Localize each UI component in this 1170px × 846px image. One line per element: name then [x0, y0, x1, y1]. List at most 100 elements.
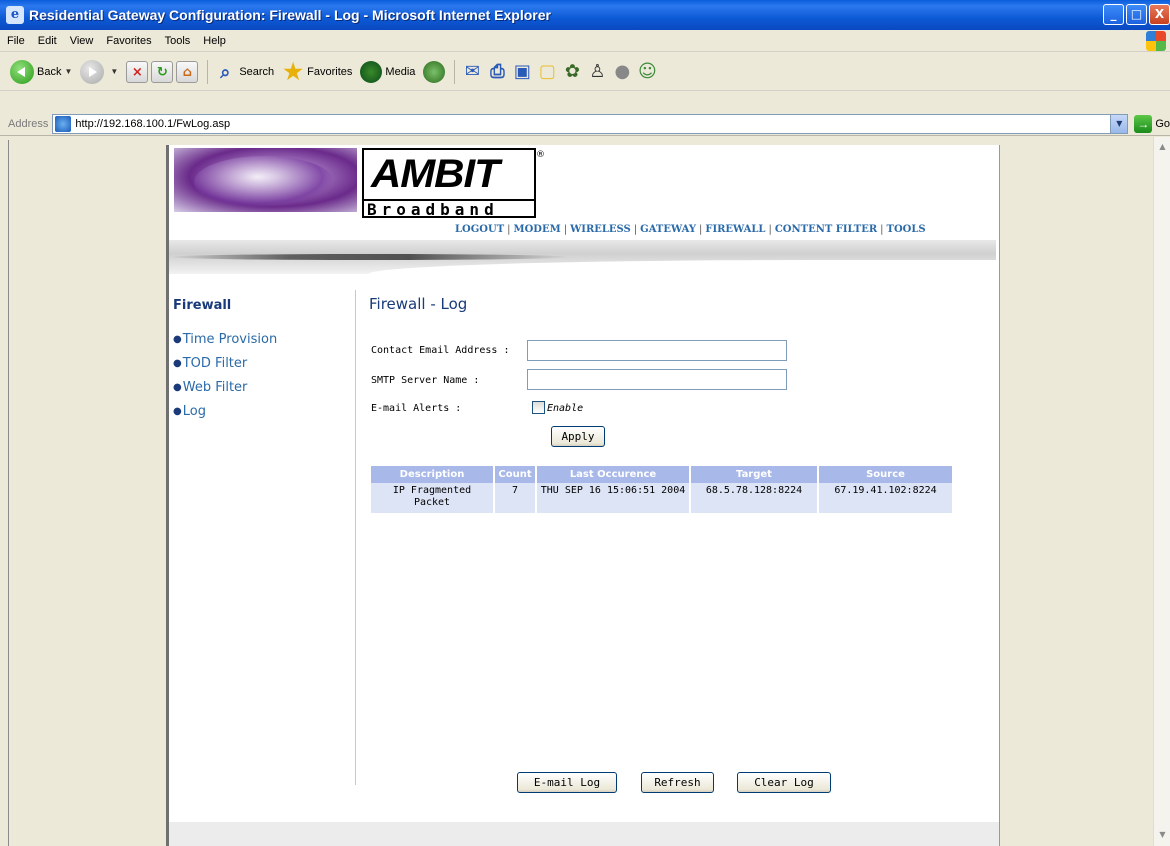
menu-favorites[interactable]: Favorites — [105, 35, 152, 47]
address-input[interactable]: http://192.168.100.1/FwLog.asp ▼ — [52, 113, 1129, 134]
stop-icon[interactable]: × — [126, 60, 149, 83]
sidebar-item-label: Web Filter — [182, 379, 248, 395]
edit-icon[interactable]: ▣ — [511, 61, 533, 83]
menu-file[interactable]: File — [6, 35, 26, 47]
logo-text: AMBIT — [370, 152, 500, 196]
column-header-last-occurence: Last Occurence — [537, 466, 689, 483]
header-swoosh — [169, 240, 996, 274]
cell-last-occurence: THU SEP 16 15:06:51 2004 — [537, 483, 689, 513]
toolbar-separator — [454, 59, 456, 84]
address-label: Address — [8, 117, 49, 130]
mail-icon[interactable]: ✉ — [461, 61, 483, 83]
sidebar-item-web-filter[interactable]: ● Web Filter — [173, 375, 277, 399]
cell-count: 7 — [495, 483, 535, 513]
note-icon[interactable]: ▢ — [536, 61, 558, 83]
enable-checkbox[interactable] — [532, 401, 545, 414]
maximize-button[interactable]: □ — [1126, 4, 1147, 25]
messenger-icon[interactable]: ♙ — [586, 61, 608, 83]
page-title: Firewall - Log — [369, 295, 468, 313]
refresh-icon[interactable]: ↻ — [151, 60, 174, 83]
contact-email-field[interactable] — [527, 340, 787, 361]
favorites-label: Favorites — [307, 65, 353, 78]
bullet-icon: ● — [173, 381, 182, 393]
refresh-button[interactable]: Refresh — [641, 772, 714, 793]
media-label: Media — [385, 65, 416, 78]
scroll-down-icon[interactable]: ▼ — [1155, 827, 1170, 842]
address-url[interactable]: http://192.168.100.1/FwLog.asp — [75, 118, 230, 130]
logo-subtitle: Broadband — [364, 199, 534, 219]
forward-dropdown-icon[interactable]: ▼ — [110, 67, 118, 76]
content-divider — [355, 290, 356, 785]
sidebar-item-log[interactable]: ● Log — [173, 399, 277, 423]
registered-mark: ® — [536, 150, 545, 160]
nav-modem[interactable]: MODEM — [514, 224, 561, 235]
sidebar-item-tod-filter[interactable]: ● TOD Filter — [173, 351, 277, 375]
cell-target: 68.5.78.128:8224 — [691, 483, 817, 513]
toolbar: Back ▼ ▼ × ↻ ⌂ ⌕ Search ★ Favorites Medi… — [0, 53, 1170, 91]
menu-edit[interactable]: Edit — [37, 35, 58, 47]
globe-banner-image — [174, 148, 357, 212]
bullet-icon: ● — [173, 357, 182, 369]
toolbar-separator — [207, 59, 209, 84]
menu-bar: File Edit View Favorites Tools Help — [0, 30, 1170, 52]
clear-log-button[interactable]: Clear Log — [737, 772, 831, 793]
menu-tools[interactable]: Tools — [164, 35, 192, 47]
sidebar-item-time-provision[interactable]: ● Time Provision — [173, 327, 277, 351]
cell-description: IP Fragmented Packet — [371, 483, 493, 513]
media-icon — [360, 60, 383, 83]
apply-button[interactable]: Apply — [551, 426, 605, 447]
sidebar-item-label: Log — [182, 403, 206, 419]
sidebar-nav: ● Time Provision ● TOD Filter ● Web Filter … — [173, 327, 277, 423]
media-button[interactable]: Media — [360, 60, 416, 83]
nav-firewall[interactable]: FIREWALL — [705, 224, 765, 235]
back-button[interactable]: Back ▼ — [10, 59, 72, 84]
home-icon[interactable]: ⌂ — [176, 60, 199, 83]
sidebar-title: Firewall — [173, 298, 232, 313]
close-button[interactable]: X — [1149, 4, 1170, 25]
top-navigation: LOGOUT | MODEM | WIRELESS | GATEWAY | FIREWALL | C… — [455, 224, 926, 235]
vertical-scrollbar[interactable]: ▲ ▼ — [1153, 137, 1170, 846]
table-header-row: Description Count Last Occurence Target … — [371, 466, 952, 483]
search-label: Search — [239, 65, 275, 78]
smtp-server-field[interactable] — [527, 369, 787, 390]
back-arrow-icon — [10, 59, 34, 84]
email-alerts-label: E-mail Alerts : — [371, 403, 462, 414]
search-button[interactable]: ⌕ Search — [214, 61, 274, 83]
column-header-target: Target — [691, 466, 817, 483]
back-label: Back — [37, 65, 62, 78]
column-header-count: Count — [495, 466, 535, 483]
minimize-button[interactable]: _ — [1103, 4, 1124, 25]
discuss-icon[interactable]: ● — [611, 61, 633, 83]
window-titlebar: e Residential Gateway Configuration: Fir… — [0, 0, 1170, 30]
column-header-source: Source — [819, 466, 952, 483]
favorites-button[interactable]: ★ Favorites — [282, 60, 353, 83]
forward-arrow-icon — [80, 59, 105, 84]
table-row: IP Fragmented Packet 7 THU SEP 16 15:06:… — [371, 483, 952, 513]
print-icon[interactable]: ⎙ — [486, 61, 508, 83]
forward-button[interactable]: ▼ — [80, 59, 118, 84]
windows-logo-icon — [1146, 31, 1166, 51]
scroll-up-icon[interactable]: ▲ — [1155, 139, 1170, 154]
address-bar: Address http://192.168.100.1/FwLog.asp ▼… — [0, 112, 1170, 136]
history-icon[interactable] — [423, 60, 446, 83]
go-button[interactable]: → Go — [1134, 114, 1170, 133]
bug-icon[interactable]: ✿ — [561, 61, 583, 83]
smtp-server-label: SMTP Server Name : — [371, 375, 480, 386]
bullet-icon: ● — [173, 333, 182, 345]
nav-content-filter[interactable]: CONTENT FILTER — [775, 224, 877, 235]
nav-gateway[interactable]: GATEWAY — [640, 224, 696, 235]
sidebar-item-label: Time Provision — [182, 331, 278, 347]
window-title: Residential Gateway Configuration: Firew… — [29, 7, 551, 23]
address-dropdown-icon[interactable]: ▼ — [1110, 114, 1128, 133]
nav-tools[interactable]: TOOLS — [887, 224, 926, 235]
nav-wireless[interactable]: WIRELESS — [570, 224, 631, 235]
menu-help[interactable]: Help — [202, 35, 227, 47]
nav-logout[interactable]: LOGOUT — [455, 224, 504, 235]
ie-icon: e — [6, 6, 24, 24]
column-header-description: Description — [371, 466, 493, 483]
back-dropdown-icon[interactable]: ▼ — [64, 67, 72, 76]
menu-view[interactable]: View — [69, 35, 95, 47]
buddies-icon[interactable]: ☺ — [636, 61, 658, 83]
email-log-button[interactable]: E-mail Log — [517, 772, 617, 793]
go-label: Go — [1155, 117, 1170, 130]
